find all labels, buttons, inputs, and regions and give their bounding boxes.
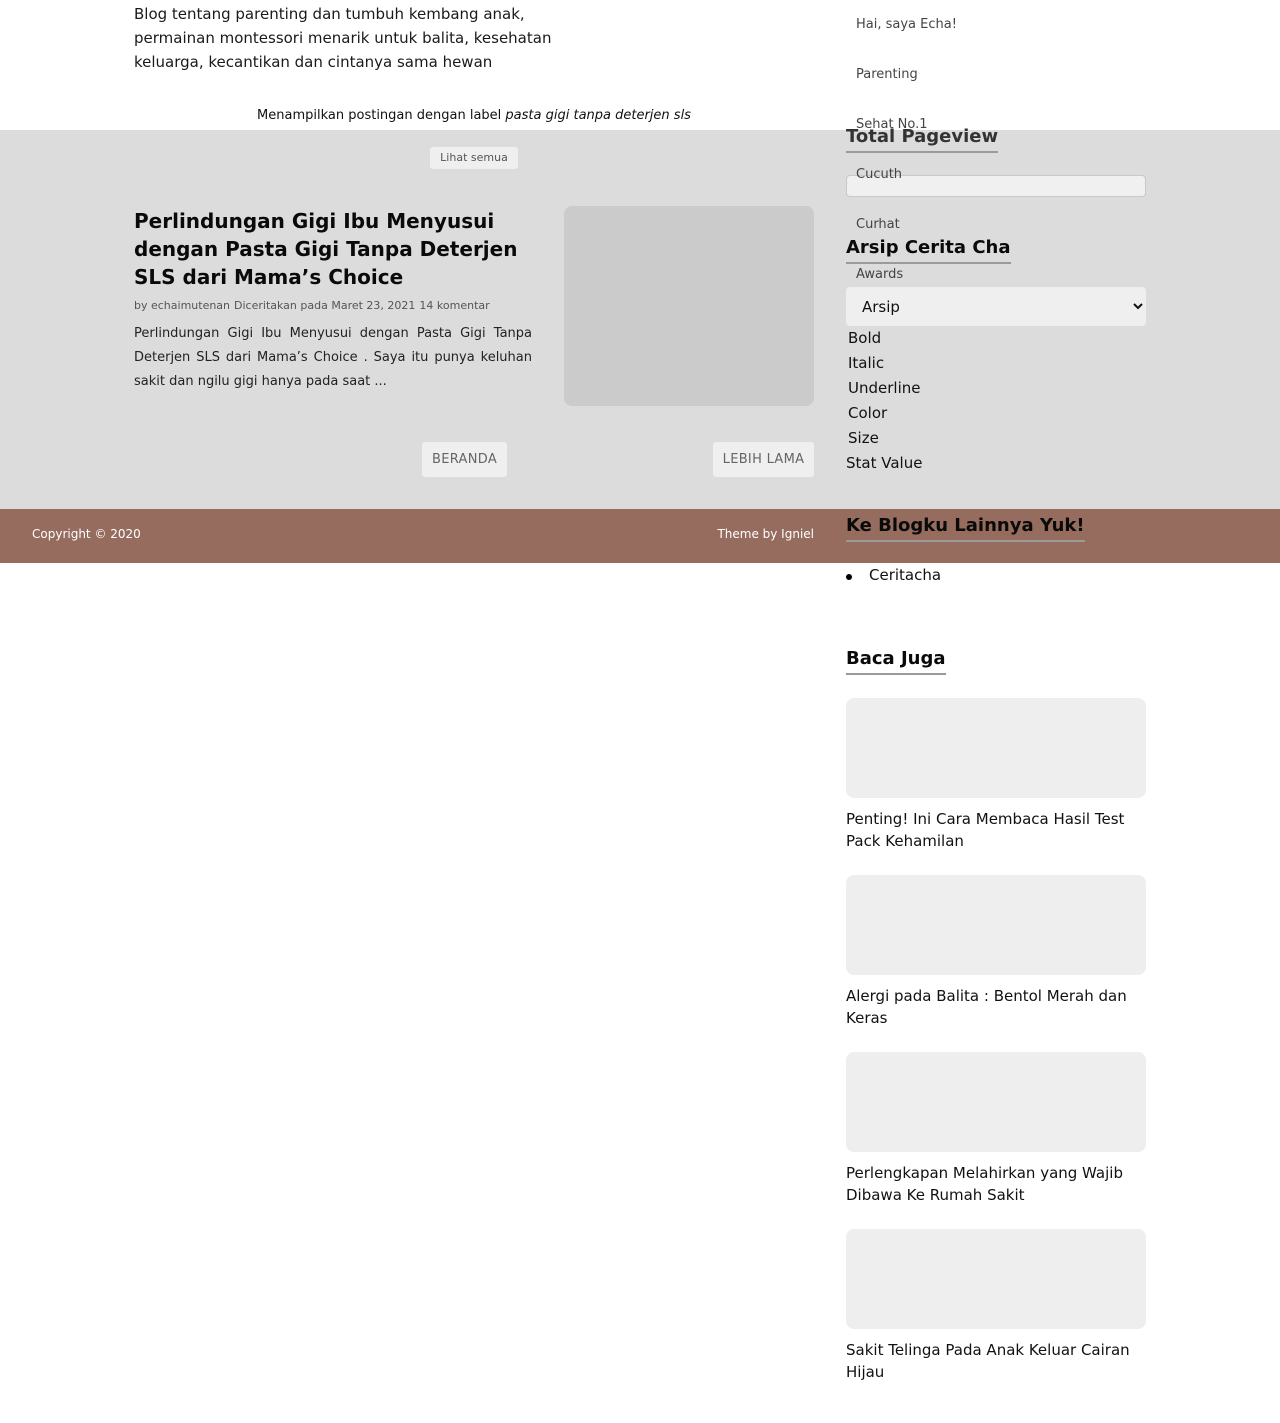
nav-item-awards[interactable]: Awards [856, 267, 903, 282]
style-option-size: Size [848, 429, 879, 447]
related-post-title[interactable]: Sakit Telinga Pada Anak Keluar Cairan Hi… [846, 1339, 1146, 1383]
nav-item-about[interactable]: Hai, saya Echa! [856, 17, 957, 32]
archive-widget-title: Arsip Cerita Cha [846, 237, 1011, 264]
blogs-widget-title: Ke Blogku Lainnya Yuk! [846, 515, 1085, 542]
post-comments[interactable]: 14 komentar [419, 299, 489, 312]
blog-list: Ceritacha [846, 566, 941, 584]
post-title[interactable]: Perlindungan Gigi Ibu Menyusui dengan Pa… [134, 207, 544, 291]
copyright-text: Copyright © 2020 [32, 527, 141, 541]
nav-item-parenting[interactable]: Parenting [856, 67, 918, 82]
blog-description: Blog tentang parenting dan tumbuh kemban… [134, 5, 552, 71]
label-notice: Menampilkan postingan dengan label pasta… [134, 108, 814, 123]
label-notice-prefix: Menampilkan postingan dengan label [257, 108, 506, 123]
see-all-button[interactable]: Lihat semua [430, 147, 518, 169]
style-option-color: Color [848, 404, 888, 422]
post-excerpt: Perlindungan Gigi Ibu Menyusui dengan Pa… [134, 326, 532, 389]
footer [0, 509, 1280, 563]
post-date[interactable]: Diceritakan pada Maret 23, 2021 [234, 299, 415, 312]
pageview-widget-title: Total Pageview [846, 126, 999, 153]
theme-credit-link[interactable]: Theme by Igniel [700, 527, 814, 541]
related-post-thumbnail[interactable] [846, 1052, 1146, 1152]
style-option-underline: Underline [848, 379, 921, 397]
archive-select[interactable]: Arsip [846, 287, 1146, 326]
nav-item-curhat[interactable]: Curhat [856, 217, 900, 232]
style-option-italic: Italic [848, 354, 885, 372]
related-post-title[interactable]: Perlengkapan Melahirkan yang Wajib Dibaw… [846, 1162, 1146, 1206]
post-thumbnail[interactable] [564, 206, 814, 406]
related-widget-title: Baca Juga [846, 648, 946, 675]
related-post-title[interactable]: Alergi pada Balita : Bentol Merah dan Ke… [846, 985, 1146, 1029]
related-post-thumbnail[interactable] [846, 698, 1146, 798]
related-post-thumbnail[interactable] [846, 1229, 1146, 1329]
nav-item-cucuth[interactable]: Cucuth [856, 167, 902, 182]
blog-link-ceritacha[interactable]: Ceritacha [846, 566, 941, 584]
label-name: pasta gigi tanpa deterjen sls [505, 108, 691, 123]
related-post-thumbnail[interactable] [846, 875, 1146, 975]
older-posts-button[interactable]: LEBIH LAMA [713, 442, 814, 477]
post-meta: by echaimutenan Diceritakan pada Maret 23… [134, 299, 554, 312]
post-author[interactable]: by echaimutenan [134, 299, 230, 312]
style-option-bold: Bold [848, 329, 882, 347]
home-button[interactable]: BERANDA [422, 442, 507, 477]
stat-value-label: Stat Value [846, 454, 923, 472]
related-post-title[interactable]: Penting! Ini Cara Membaca Hasil Test Pac… [846, 808, 1146, 852]
